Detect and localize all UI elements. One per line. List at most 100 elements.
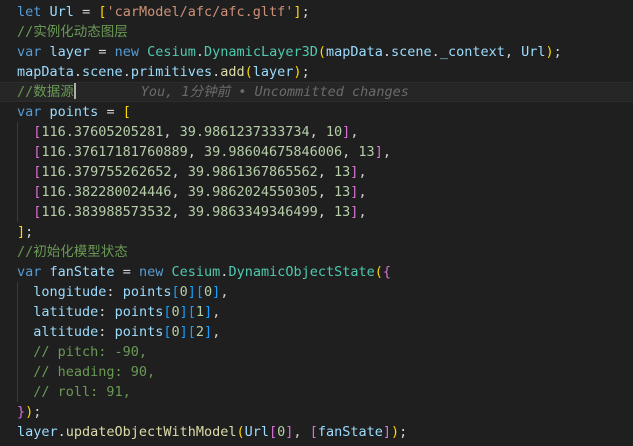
indent-guide <box>17 382 18 402</box>
colon: : <box>98 324 115 340</box>
keyword-let: let <box>17 4 42 20</box>
bracket-open: [ <box>187 304 196 320</box>
point-x: 116.382280024446 <box>41 184 172 200</box>
code-line-point: [116.382280024446, 39.9862024550305, 13]… <box>0 182 633 202</box>
prop-key: longitude <box>33 284 107 300</box>
comment-text: //数据源 <box>17 84 74 100</box>
comma: , <box>342 144 359 160</box>
indent-guide <box>17 202 18 222</box>
indent-guide <box>17 282 18 302</box>
comma: , <box>309 124 326 140</box>
prop-source: points <box>114 304 164 320</box>
prop-scene: scene <box>82 64 123 80</box>
keyword-new: new <box>138 264 164 280</box>
indent-guide <box>17 302 18 322</box>
code-line-fanstate: var fanState = new Cesium.DynamicObjectS… <box>0 262 633 282</box>
arg-url: Url <box>521 44 546 60</box>
code-line-fanstate-close: }); <box>0 402 633 422</box>
code-editor[interactable]: ); ); ); ); ); )); ); ); ); ); ; let Url… <box>0 0 633 446</box>
semicolon: ; <box>399 424 408 440</box>
keyword-var: var <box>17 264 42 280</box>
point-y: 39.9861237333734 <box>179 124 310 140</box>
bracket-open: [ <box>171 284 180 300</box>
point-x: 116.379755262652 <box>41 164 172 180</box>
code-line-comment: // heading: 90, <box>0 362 633 382</box>
comma: , <box>212 304 221 320</box>
prop-primitives: primitives <box>130 64 213 80</box>
string-model-path: 'carModel/afc/afc.gltf' <box>106 4 294 20</box>
paren-close: ) <box>293 64 302 80</box>
separator: , <box>350 124 359 140</box>
bracket-open: [ <box>187 324 196 340</box>
dot: . <box>382 44 392 60</box>
code-line-current[interactable]: //数据源 You, 1分钟前 • Uncommitted changes <box>0 82 633 102</box>
code-line-comment-state: //初始化模型状态 <box>0 242 633 262</box>
code-lines: ); ); ); ); ); )); ); ); ); ); ; let Url… <box>0 0 633 442</box>
brace-close: } <box>17 404 26 420</box>
point-z: 10 <box>325 124 343 140</box>
comma: , <box>317 164 335 180</box>
comment-text: //实例化动态图层 <box>17 24 128 40</box>
code-line-point: [116.383988573532, 39.9863349346499, 13]… <box>0 202 633 222</box>
keyword-new: new <box>114 44 139 60</box>
arg-mapdata: mapData <box>325 44 383 60</box>
code-line-point: [116.379755262652, 39.9861367865562, 13]… <box>0 162 633 182</box>
indent-guide <box>17 142 18 162</box>
bracket-open: [ <box>122 104 131 120</box>
code-line-layer: var layer = new Cesium.DynamicLayer3D(ma… <box>0 42 633 62</box>
prop-key: latitude <box>33 304 99 320</box>
prop-source: points <box>114 324 164 340</box>
separator: , <box>358 164 367 180</box>
git-blame-annotation[interactable]: You, 1分钟前 • Uncommitted changes <box>141 84 409 100</box>
dot: . <box>73 64 83 80</box>
code-line-prop: altitude: points[0][2], <box>0 322 633 342</box>
separator: , <box>382 144 391 160</box>
comment-text: // heading: 90, <box>33 364 156 380</box>
comma: , <box>171 184 188 200</box>
bracket-open: [ <box>269 424 278 440</box>
comma: , <box>293 424 302 440</box>
operator-eq: = <box>82 4 91 20</box>
arg-url: Url <box>244 424 269 440</box>
bracket-close: ] <box>179 324 188 340</box>
bracket-close: ] <box>374 144 383 160</box>
brace-open: { <box>382 264 392 280</box>
index-j: 2 <box>195 324 205 340</box>
obj-layer: layer <box>17 424 58 440</box>
point-y: 39.9861367865562 <box>187 164 318 180</box>
indent-guide <box>17 342 18 362</box>
indent-guide <box>17 162 18 182</box>
index-i: 0 <box>179 284 188 300</box>
separator: , <box>358 184 367 200</box>
point-x: 116.37605205281 <box>41 124 164 140</box>
point-z: 13 <box>334 184 351 200</box>
semicolon: ; <box>25 224 34 240</box>
code-line-update: layer.updateObjectWithModel(Url[0], [fan… <box>0 422 633 442</box>
comma: , <box>220 284 229 300</box>
bracket-close: ] <box>293 4 302 20</box>
code-line-url: let Url = ['carModel/afc/afc.gltf']; <box>0 2 633 22</box>
index-i: 0 <box>171 324 180 340</box>
fn-updateobjectwithmodel: updateObjectWithModel <box>65 424 237 440</box>
point-z: 13 <box>334 204 351 220</box>
code-line-prop: latitude: points[0][1], <box>0 302 633 322</box>
code-line-comment: // roll: 91, <box>0 382 633 402</box>
text-cursor <box>73 83 76 99</box>
point-x: 116.383988573532 <box>41 204 172 220</box>
paren-open: ( <box>317 44 326 60</box>
operator-eq: = <box>106 104 115 120</box>
var-points: points <box>49 104 99 120</box>
semicolon: ; <box>301 64 310 80</box>
code-line-points-close: ]; <box>0 222 633 242</box>
bracket-close: ] <box>204 304 213 320</box>
comma: , <box>163 124 180 140</box>
paren-close: ) <box>545 44 554 60</box>
bracket-close: ] <box>179 304 188 320</box>
comment-text: // pitch: -90, <box>33 344 148 360</box>
semicolon: ; <box>553 44 562 60</box>
comma: , <box>187 144 204 160</box>
bracket-open: [ <box>309 424 318 440</box>
fn-add: add <box>220 64 245 80</box>
prop-source: points <box>122 284 172 300</box>
point-y: 39.9863349346499 <box>187 204 318 220</box>
